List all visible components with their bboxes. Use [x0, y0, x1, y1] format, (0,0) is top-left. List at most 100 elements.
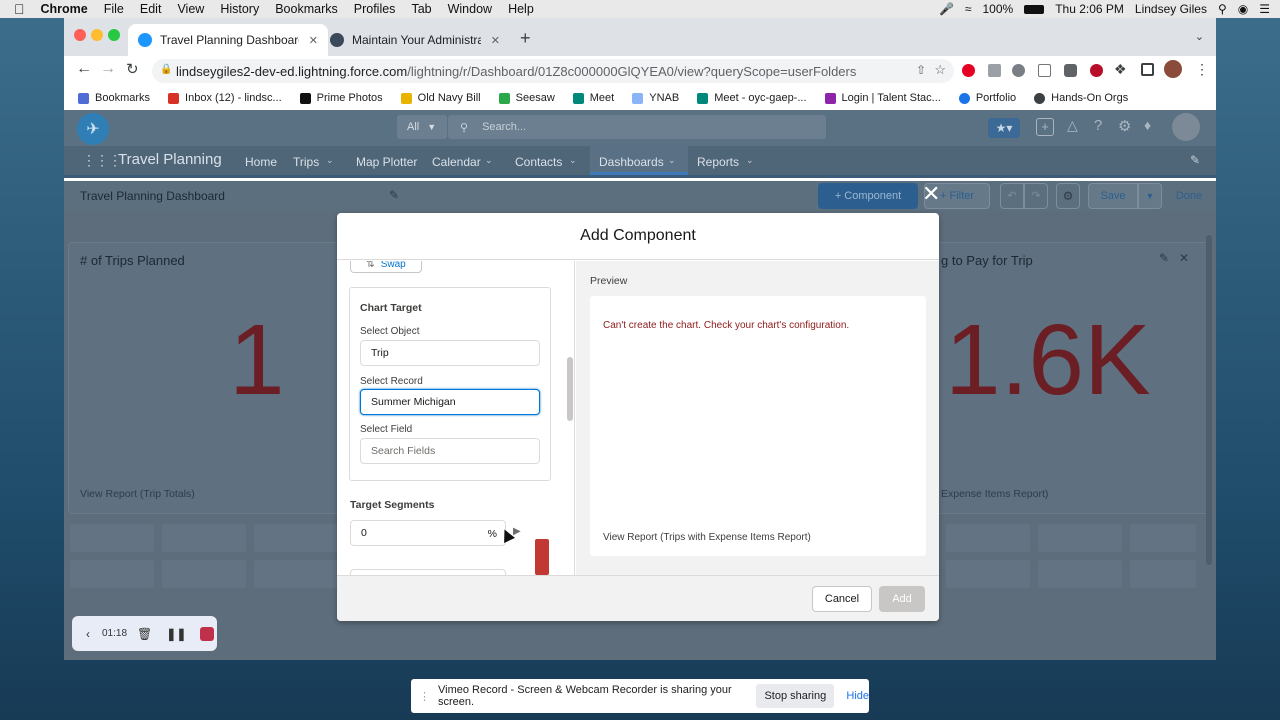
- config-scrollbar[interactable]: [567, 357, 573, 421]
- save-menu-chevron-icon[interactable]: ▼: [1138, 183, 1162, 209]
- preview-view-report-link[interactable]: View Report (Trips with Expense Items Re…: [603, 532, 811, 543]
- bookmark-item[interactable]: Meet - oyc-gaep-...: [697, 92, 807, 104]
- chevron-down-icon[interactable]: ⌄: [326, 155, 334, 166]
- recorder-collapse-icon[interactable]: ‹: [86, 627, 90, 641]
- chevron-down-icon[interactable]: ⌄: [569, 155, 577, 166]
- menu-bookmarks[interactable]: Bookmarks: [275, 2, 338, 16]
- trailhead-icon[interactable]: △: [1067, 117, 1078, 134]
- address-bar[interactable]: 🔒 lindseygiles2-dev-ed.lightning.force.c…: [152, 59, 954, 83]
- swap-button[interactable]: ⇅ Swap: [350, 261, 422, 273]
- nav-contacts[interactable]: Contacts: [515, 155, 562, 169]
- menu-tab[interactable]: Tab: [411, 2, 431, 16]
- nav-calendar[interactable]: Calendar: [432, 155, 481, 169]
- close-tab-icon[interactable]: ✕: [491, 34, 500, 47]
- hide-button[interactable]: Hide: [846, 690, 869, 702]
- extension-icon-5[interactable]: [1064, 64, 1077, 77]
- add-component-button[interactable]: + Component: [818, 183, 918, 209]
- global-search-input[interactable]: ⚲ Search...: [448, 115, 826, 139]
- stop-sharing-button[interactable]: Stop sharing: [756, 684, 835, 708]
- minimize-window-button[interactable]: [91, 29, 103, 41]
- back-icon[interactable]: ←: [76, 60, 92, 78]
- global-add-icon[interactable]: +: [1036, 118, 1054, 136]
- menu-view[interactable]: View: [177, 2, 204, 16]
- select-object-input[interactable]: Trip: [360, 340, 540, 366]
- remove-card-close-icon[interactable]: ✕: [1179, 251, 1189, 265]
- app-launcher-icon[interactable]: ⋮⋮⋮: [82, 152, 122, 169]
- help-icon[interactable]: ?: [1094, 117, 1102, 134]
- share-icon[interactable]: ⇧: [916, 63, 926, 77]
- select-record-input[interactable]: Summer Michigan: [360, 389, 540, 415]
- search-icon[interactable]: ⚲: [1218, 2, 1227, 16]
- dashboard-title[interactable]: Travel Planning Dashboard: [80, 189, 225, 203]
- wifi-icon[interactable]: ≈: [965, 2, 972, 16]
- sidepanel-icon[interactable]: [1141, 63, 1154, 76]
- nav-reports[interactable]: Reports: [697, 155, 739, 169]
- dashboard-card-trips[interactable]: # of Trips Planned 1 View Report (Trip T…: [68, 242, 358, 514]
- properties-gear-icon[interactable]: ⚙: [1056, 183, 1080, 209]
- bookmark-item[interactable]: Bookmarks: [78, 92, 150, 104]
- extension-icon-4[interactable]: [1038, 64, 1051, 77]
- forward-icon[interactable]: →: [100, 60, 116, 78]
- dashboard-card-pay[interactable]: g to Pay for Trip ✎ ✕ 1.6K Expense Items…: [926, 242, 1210, 514]
- drag-handle-icon[interactable]: ⋮: [419, 690, 430, 703]
- stop-record-icon[interactable]: [200, 626, 215, 641]
- nav-map-plotter[interactable]: Map Plotter: [356, 155, 417, 169]
- apple-icon[interactable]: : [14, 1, 25, 17]
- battery-percent[interactable]: 100%: [983, 2, 1014, 16]
- cancel-button[interactable]: Cancel: [812, 586, 872, 612]
- menu-profiles[interactable]: Profiles: [354, 2, 396, 16]
- segment-color-swatch[interactable]: [535, 539, 549, 575]
- extension-icon-3[interactable]: [1012, 64, 1025, 77]
- maximize-window-button[interactable]: [108, 29, 120, 41]
- bookmark-item[interactable]: Old Navy Bill: [400, 92, 481, 104]
- chevron-down-icon[interactable]: ⌄: [668, 155, 676, 166]
- mic-icon[interactable]: 🎤: [939, 2, 954, 16]
- menu-extra-icon[interactable]: ☰: [1259, 2, 1270, 16]
- new-tab-icon[interactable]: +: [520, 28, 531, 49]
- menu-history[interactable]: History: [220, 2, 259, 16]
- menu-file[interactable]: File: [104, 2, 124, 16]
- menu-help[interactable]: Help: [508, 2, 534, 16]
- battery-icon[interactable]: [1024, 4, 1045, 14]
- user-name[interactable]: Lindsey Giles: [1135, 2, 1207, 16]
- redo-icon[interactable]: ↷: [1024, 183, 1048, 209]
- edit-card-pencil-icon[interactable]: ✎: [1159, 251, 1169, 265]
- tab-travel-dashboard[interactable]: Travel Planning Dashboard | Sa ✕: [128, 24, 328, 56]
- control-center-icon[interactable]: ◉: [1238, 2, 1248, 16]
- bookmark-item[interactable]: Meet: [572, 92, 614, 104]
- undo-icon[interactable]: ↶: [1000, 183, 1024, 209]
- menu-app[interactable]: Chrome: [41, 2, 88, 16]
- edit-nav-pencil-icon[interactable]: ✎: [1190, 153, 1200, 167]
- nav-home[interactable]: Home: [245, 155, 277, 169]
- chevron-down-icon[interactable]: ⌄: [746, 155, 754, 166]
- view-report-link[interactable]: Expense Items Report): [941, 488, 1048, 500]
- chevron-down-icon[interactable]: ⌄: [485, 155, 493, 166]
- favorites-star-icon[interactable]: ★▾: [988, 118, 1020, 138]
- modal-close-icon[interactable]: ✕: [922, 181, 940, 207]
- tab-maintain-admin[interactable]: Maintain Your Administrator Ce ✕: [320, 24, 510, 56]
- reload-icon[interactable]: ↻: [126, 60, 139, 78]
- view-report-link[interactable]: View Report (Trip Totals): [80, 488, 195, 500]
- star-icon[interactable]: ☆: [934, 62, 946, 78]
- setup-gear-icon[interactable]: ⚙: [1118, 117, 1131, 135]
- select-field-input[interactable]: Search Fields: [360, 438, 540, 464]
- clock[interactable]: Thu 2:06 PM: [1055, 2, 1124, 16]
- bookmark-item[interactable]: Login | Talent Stac...: [824, 92, 941, 104]
- nav-trips[interactable]: Trips: [293, 155, 319, 169]
- pause-icon[interactable]: ❚❚: [166, 627, 186, 641]
- tab-search-icon[interactable]: ⌄: [1195, 30, 1204, 43]
- puzzle-icon[interactable]: ❖: [1114, 61, 1127, 78]
- app-logo-icon[interactable]: ✈: [77, 113, 109, 145]
- nav-dashboards[interactable]: Dashboards: [599, 155, 664, 169]
- segment-value-input[interactable]: 0 %: [350, 520, 506, 546]
- close-tab-icon[interactable]: ✕: [309, 34, 318, 47]
- trash-icon[interactable]: 🗑: [137, 627, 152, 641]
- profile-avatar[interactable]: [1164, 60, 1182, 78]
- menu-window[interactable]: Window: [448, 2, 492, 16]
- bookmark-item[interactable]: Hands-On Orgs: [1034, 92, 1128, 104]
- kebab-menu-icon[interactable]: ⋮: [1195, 61, 1209, 78]
- bookmark-item[interactable]: Prime Photos: [299, 92, 383, 104]
- page-scrollbar[interactable]: [1206, 235, 1212, 565]
- bookmark-item[interactable]: YNAB: [632, 92, 679, 104]
- menu-edit[interactable]: Edit: [140, 2, 162, 16]
